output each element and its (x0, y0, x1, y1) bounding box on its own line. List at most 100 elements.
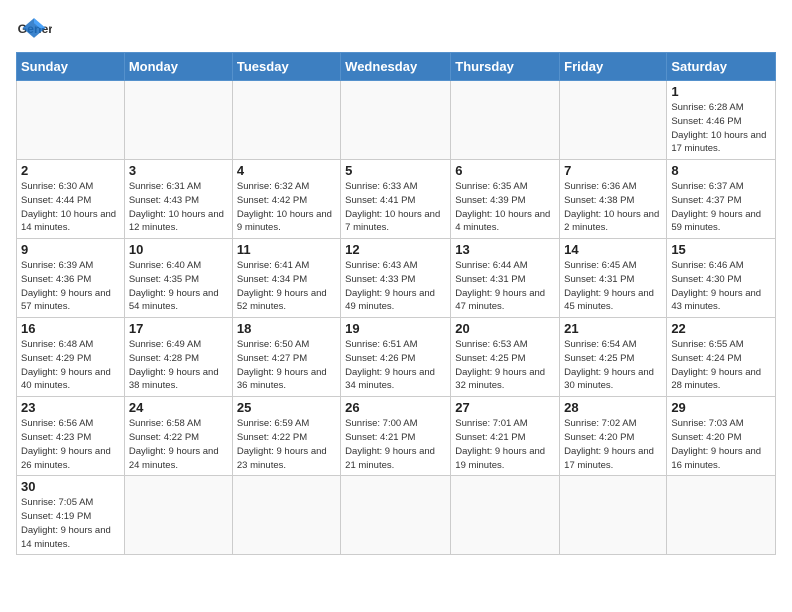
calendar-cell: 7 Sunrise: 6:36 AM Sunset: 4:38 PM Daylig… (560, 160, 667, 239)
day-number: 3 (129, 163, 228, 178)
day-number: 8 (671, 163, 771, 178)
day-number: 18 (237, 321, 336, 336)
calendar-cell: 28 Sunrise: 7:02 AM Sunset: 4:20 PM Dayli… (560, 397, 667, 476)
day-info: Sunrise: 6:51 AM Sunset: 4:26 PM Dayligh… (345, 338, 446, 393)
day-number: 22 (671, 321, 771, 336)
calendar-cell: 27 Sunrise: 7:01 AM Sunset: 4:21 PM Dayli… (451, 397, 560, 476)
calendar-cell: 14 Sunrise: 6:45 AM Sunset: 4:31 PM Dayli… (560, 239, 667, 318)
calendar-cell (451, 476, 560, 555)
day-info: Sunrise: 6:58 AM Sunset: 4:22 PM Dayligh… (129, 417, 228, 472)
day-number: 29 (671, 400, 771, 415)
weekday-header-thursday: Thursday (451, 53, 560, 81)
weekday-header-friday: Friday (560, 53, 667, 81)
calendar-cell: 8 Sunrise: 6:37 AM Sunset: 4:37 PM Daylig… (667, 160, 776, 239)
calendar: SundayMondayTuesdayWednesdayThursdayFrid… (16, 52, 776, 555)
day-info: Sunrise: 6:32 AM Sunset: 4:42 PM Dayligh… (237, 180, 336, 235)
day-info: Sunrise: 6:43 AM Sunset: 4:33 PM Dayligh… (345, 259, 446, 314)
day-info: Sunrise: 6:54 AM Sunset: 4:25 PM Dayligh… (564, 338, 662, 393)
day-info: Sunrise: 6:56 AM Sunset: 4:23 PM Dayligh… (21, 417, 120, 472)
calendar-cell: 12 Sunrise: 6:43 AM Sunset: 4:33 PM Dayli… (341, 239, 451, 318)
calendar-cell (341, 81, 451, 160)
calendar-cell (232, 476, 340, 555)
calendar-cell: 11 Sunrise: 6:41 AM Sunset: 4:34 PM Dayli… (232, 239, 340, 318)
day-info: Sunrise: 6:30 AM Sunset: 4:44 PM Dayligh… (21, 180, 120, 235)
calendar-cell: 17 Sunrise: 6:49 AM Sunset: 4:28 PM Dayli… (124, 318, 232, 397)
day-info: Sunrise: 7:02 AM Sunset: 4:20 PM Dayligh… (564, 417, 662, 472)
weekday-header-saturday: Saturday (667, 53, 776, 81)
day-number: 23 (21, 400, 120, 415)
day-info: Sunrise: 6:50 AM Sunset: 4:27 PM Dayligh… (237, 338, 336, 393)
day-number: 10 (129, 242, 228, 257)
day-number: 27 (455, 400, 555, 415)
day-number: 25 (237, 400, 336, 415)
day-info: Sunrise: 6:55 AM Sunset: 4:24 PM Dayligh… (671, 338, 771, 393)
calendar-cell: 9 Sunrise: 6:39 AM Sunset: 4:36 PM Daylig… (17, 239, 125, 318)
calendar-week-row: 16 Sunrise: 6:48 AM Sunset: 4:29 PM Dayli… (17, 318, 776, 397)
calendar-week-row: 2Sunrise: 6:30 AM Sunset: 4:44 PM Daylig… (17, 160, 776, 239)
calendar-cell: 22 Sunrise: 6:55 AM Sunset: 4:24 PM Dayli… (667, 318, 776, 397)
calendar-cell: 10Sunrise: 6:40 AM Sunset: 4:35 PM Dayli… (124, 239, 232, 318)
calendar-cell: 24Sunrise: 6:58 AM Sunset: 4:22 PM Dayli… (124, 397, 232, 476)
day-info: Sunrise: 6:53 AM Sunset: 4:25 PM Dayligh… (455, 338, 555, 393)
weekday-header-sunday: Sunday (17, 53, 125, 81)
calendar-cell (667, 476, 776, 555)
calendar-cell: 18 Sunrise: 6:50 AM Sunset: 4:27 PM Dayli… (232, 318, 340, 397)
day-info: Sunrise: 6:31 AM Sunset: 4:43 PM Dayligh… (129, 180, 228, 235)
day-info: Sunrise: 6:39 AM Sunset: 4:36 PM Dayligh… (21, 259, 120, 314)
calendar-cell (124, 476, 232, 555)
day-number: 1 (671, 84, 771, 99)
calendar-cell (124, 81, 232, 160)
calendar-cell: 6Sunrise: 6:35 AM Sunset: 4:39 PM Daylig… (451, 160, 560, 239)
weekday-header-wednesday: Wednesday (341, 53, 451, 81)
day-info: Sunrise: 6:46 AM Sunset: 4:30 PM Dayligh… (671, 259, 771, 314)
day-number: 16 (21, 321, 120, 336)
calendar-week-row: 1 Sunrise: 6:28 AM Sunset: 4:46 PM Daylig… (17, 81, 776, 160)
day-info: Sunrise: 6:37 AM Sunset: 4:37 PM Dayligh… (671, 180, 771, 235)
day-info: Sunrise: 6:41 AM Sunset: 4:34 PM Dayligh… (237, 259, 336, 314)
logo-icon: General (16, 10, 52, 46)
calendar-cell: 21Sunrise: 6:54 AM Sunset: 4:25 PM Dayli… (560, 318, 667, 397)
weekday-header-tuesday: Tuesday (232, 53, 340, 81)
day-number: 15 (671, 242, 771, 257)
day-number: 9 (21, 242, 120, 257)
day-info: Sunrise: 6:44 AM Sunset: 4:31 PM Dayligh… (455, 259, 555, 314)
calendar-cell (560, 81, 667, 160)
day-number: 13 (455, 242, 555, 257)
calendar-cell (560, 476, 667, 555)
calendar-cell: 16 Sunrise: 6:48 AM Sunset: 4:29 PM Dayli… (17, 318, 125, 397)
page: General SundayMondayTuesdayWednesdayThur… (0, 0, 792, 571)
weekday-header-row: SundayMondayTuesdayWednesdayThursdayFrid… (17, 53, 776, 81)
day-info: Sunrise: 6:36 AM Sunset: 4:38 PM Dayligh… (564, 180, 662, 235)
day-info: Sunrise: 6:28 AM Sunset: 4:46 PM Dayligh… (671, 101, 771, 156)
calendar-cell: 2Sunrise: 6:30 AM Sunset: 4:44 PM Daylig… (17, 160, 125, 239)
day-info: Sunrise: 7:01 AM Sunset: 4:21 PM Dayligh… (455, 417, 555, 472)
day-number: 14 (564, 242, 662, 257)
day-info: Sunrise: 6:33 AM Sunset: 4:41 PM Dayligh… (345, 180, 446, 235)
calendar-cell (341, 476, 451, 555)
weekday-header-monday: Monday (124, 53, 232, 81)
day-number: 28 (564, 400, 662, 415)
day-info: Sunrise: 6:45 AM Sunset: 4:31 PM Dayligh… (564, 259, 662, 314)
day-info: Sunrise: 7:03 AM Sunset: 4:20 PM Dayligh… (671, 417, 771, 472)
day-number: 4 (237, 163, 336, 178)
calendar-cell: 4 Sunrise: 6:32 AM Sunset: 4:42 PM Daylig… (232, 160, 340, 239)
calendar-cell: 19 Sunrise: 6:51 AM Sunset: 4:26 PM Dayli… (341, 318, 451, 397)
calendar-cell: 5Sunrise: 6:33 AM Sunset: 4:41 PM Daylig… (341, 160, 451, 239)
day-number: 7 (564, 163, 662, 178)
calendar-cell: 23 Sunrise: 6:56 AM Sunset: 4:23 PM Dayli… (17, 397, 125, 476)
day-info: Sunrise: 6:48 AM Sunset: 4:29 PM Dayligh… (21, 338, 120, 393)
day-number: 12 (345, 242, 446, 257)
calendar-cell (232, 81, 340, 160)
day-number: 19 (345, 321, 446, 336)
calendar-cell (17, 81, 125, 160)
calendar-cell (451, 81, 560, 160)
calendar-cell: 15 Sunrise: 6:46 AM Sunset: 4:30 PM Dayli… (667, 239, 776, 318)
calendar-cell: 29 Sunrise: 7:03 AM Sunset: 4:20 PM Dayli… (667, 397, 776, 476)
calendar-cell: 1 Sunrise: 6:28 AM Sunset: 4:46 PM Daylig… (667, 81, 776, 160)
calendar-cell: 30Sunrise: 7:05 AM Sunset: 4:19 PM Dayli… (17, 476, 125, 555)
calendar-cell: 26Sunrise: 7:00 AM Sunset: 4:21 PM Dayli… (341, 397, 451, 476)
day-info: Sunrise: 7:05 AM Sunset: 4:19 PM Dayligh… (21, 496, 120, 551)
day-info: Sunrise: 6:49 AM Sunset: 4:28 PM Dayligh… (129, 338, 228, 393)
day-number: 17 (129, 321, 228, 336)
day-number: 11 (237, 242, 336, 257)
